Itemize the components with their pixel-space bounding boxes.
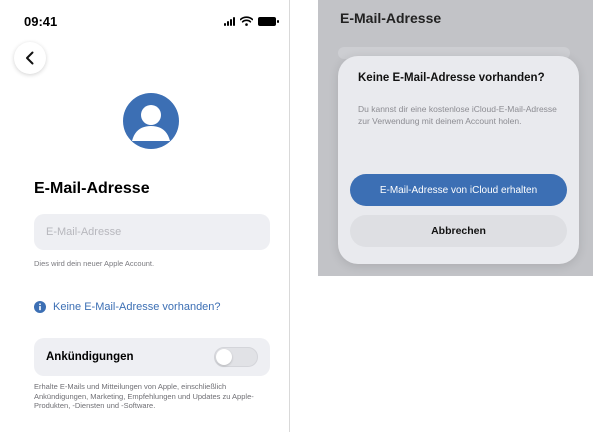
signup-screen: 09:41 E-Mail-Adresse E-Mail-Adresse Dies… (0, 0, 290, 432)
no-email-dialog: Keine E-Mail-Adresse vorhanden? Du kanns… (338, 56, 579, 264)
status-icons (224, 14, 279, 26)
dialog-screen: E-Mail-Adresse Keine E-Mail-Adresse vorh… (318, 0, 593, 276)
get-icloud-email-button[interactable]: E-Mail-Adresse von iCloud erhalten (350, 174, 567, 206)
avatar (123, 93, 179, 149)
chevron-left-icon (26, 51, 34, 65)
no-email-link[interactable]: Keine E-Mail-Adresse vorhanden? (34, 301, 221, 313)
announcements-row: Ankündigungen (34, 338, 270, 376)
no-email-link-label: Keine E-Mail-Adresse vorhanden? (53, 301, 221, 313)
email-field-placeholder: E-Mail-Adresse (46, 226, 122, 238)
signal-icon (224, 16, 235, 26)
cancel-label: Abbrechen (431, 225, 486, 237)
email-hint: Dies wird dein neuer Apple Account. (34, 259, 155, 268)
toggle-knob (216, 349, 232, 365)
get-icloud-email-label: E-Mail-Adresse von iCloud erhalten (379, 184, 538, 196)
status-bar: 09:41 (0, 0, 289, 40)
page-title: E-Mail-Adresse (34, 180, 150, 197)
dialog-message: Du kannst dir eine kostenlose iCloud-E-M… (358, 104, 557, 126)
person-icon (132, 105, 170, 141)
status-time: 09:41 (24, 14, 58, 29)
cancel-button[interactable]: Abbrechen (350, 215, 567, 247)
background-title: E-Mail-Adresse (340, 10, 442, 26)
battery-icon (258, 17, 279, 26)
wifi-icon (240, 16, 253, 26)
announcements-description: Erhalte E-Mails und Mitteilungen von App… (34, 382, 254, 410)
back-button[interactable] (14, 42, 46, 74)
announcements-toggle[interactable] (214, 347, 258, 367)
announcements-label: Ankündigungen (46, 351, 134, 363)
dialog-title: Keine E-Mail-Adresse vorhanden? (358, 72, 545, 84)
email-field[interactable]: E-Mail-Adresse (34, 214, 270, 250)
info-icon (34, 301, 46, 313)
